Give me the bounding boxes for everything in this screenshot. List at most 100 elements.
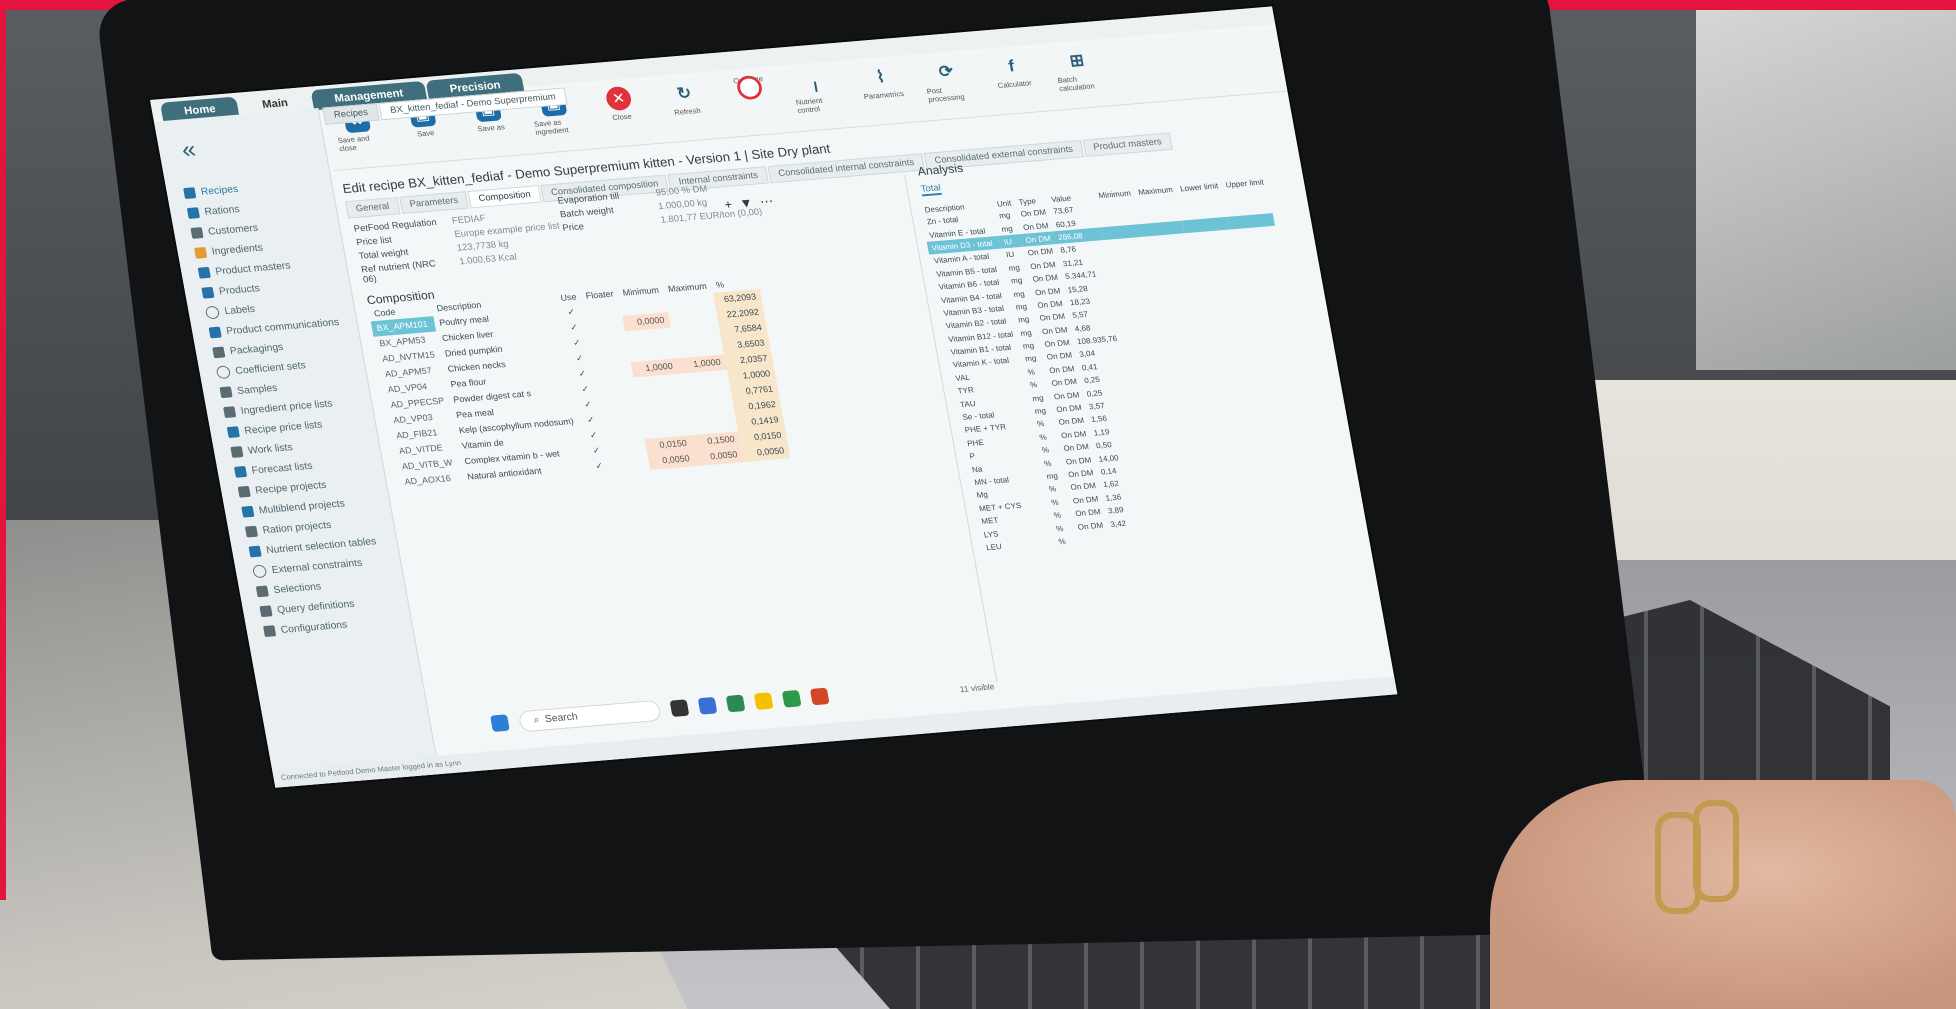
percentage-value: 0,0050 — [740, 442, 791, 463]
filter-icon[interactable]: ▼ — [738, 195, 754, 211]
ribbon-label: Calculator — [997, 78, 1033, 90]
lower-limit[interactable] — [1237, 516, 1285, 533]
chat-icon[interactable] — [697, 696, 718, 715]
sidebar-item-label: Coefficient sets — [234, 359, 307, 377]
function-icon: f — [1006, 56, 1016, 75]
maximum-value[interactable] — [1195, 520, 1239, 537]
analysis-title: Analysis — [916, 160, 965, 179]
sidebar-item-label: Customers — [207, 222, 259, 238]
batch-calculation-button[interactable]: ⊞ Batch calculation — [1052, 47, 1105, 93]
analysis-table: Description Unit Type Value Minimum Maximum Lo… — [920, 176, 1330, 554]
subtab-parameters[interactable]: Parameters — [398, 191, 470, 215]
parametrics-button[interactable]: ⌇ Parametrics — [856, 63, 907, 101]
multiblend-icon — [241, 505, 255, 518]
ribbon-label: Close — [611, 112, 633, 122]
sidebar-item-label: Selections — [272, 581, 323, 596]
sidebar-item-label: Products — [218, 282, 261, 298]
nutrient-unit: % — [1057, 536, 1067, 546]
subtab-composition[interactable]: Composition — [467, 185, 542, 209]
task-view-icon[interactable] — [669, 699, 690, 717]
use-checkbox[interactable]: ✓ — [585, 458, 613, 475]
configurations-icon — [263, 625, 277, 638]
subtab-general[interactable]: General — [345, 196, 401, 219]
tab-total[interactable]: Total — [920, 182, 942, 197]
sidebar-item-label: Labels — [223, 303, 256, 317]
ribbon-label: Parametrics — [863, 89, 905, 102]
optimize-button[interactable]: Optimize — [725, 74, 771, 101]
ribbon-label: Nutrient control — [795, 96, 823, 115]
sidebar-item-label: Work lists — [247, 441, 294, 457]
composition-table: Code Description Use Floater Minimum Maximum%… — [368, 275, 791, 490]
ring — [1693, 800, 1739, 902]
taskbar-search[interactable]: ⌕ Search — [517, 699, 662, 732]
frame-accent-left — [0, 0, 6, 900]
selections-icon — [255, 585, 269, 598]
add-icon[interactable]: + — [723, 197, 733, 213]
sidebar-item-label: Ingredients — [210, 242, 264, 258]
ribbon-label: Refresh — [673, 106, 702, 117]
search-input: Search — [544, 711, 579, 725]
recipes-icon — [183, 187, 197, 200]
spotify-icon[interactable] — [781, 689, 802, 708]
excel-icon[interactable] — [725, 694, 746, 713]
laptop-screen: Home Main Management Precision « Recipes… — [150, 6, 1398, 788]
coefficient-icon — [215, 365, 232, 380]
sidebar-item-label: Configurations — [279, 619, 349, 636]
sidebar-item-label: Ration projects — [261, 519, 333, 537]
composition-tools: + ▼ ⋯ — [723, 193, 774, 212]
recipe-projects-icon — [237, 485, 251, 498]
sidebar-item-label: Rations — [203, 203, 241, 218]
query-icon — [259, 605, 273, 618]
windows-start-icon[interactable] — [490, 714, 510, 732]
floater-checkbox[interactable] — [610, 454, 650, 472]
recipe-price-icon — [226, 426, 240, 438]
ingredients-icon — [194, 246, 208, 259]
nutrient-sel-icon — [248, 545, 262, 558]
minimum-value[interactable] — [1155, 523, 1197, 539]
flow-icon: ⟳ — [937, 61, 955, 81]
products-icon — [201, 286, 215, 299]
more-icon[interactable]: ⋯ — [759, 193, 775, 209]
nutrient-type — [1075, 531, 1110, 547]
sidebar-item-label: Recipe price lists — [243, 419, 324, 437]
powerpoint-icon[interactable] — [809, 687, 830, 706]
ribbon-label: Save and close — [337, 134, 371, 154]
close-icon: ✕ — [604, 85, 633, 112]
product-masters-icon — [197, 266, 211, 279]
external-icon — [251, 564, 268, 579]
sidebar-item-label: Forecast lists — [250, 460, 314, 477]
upper-limit[interactable] — [1282, 512, 1330, 529]
price-list-icon — [223, 406, 237, 419]
sidebar-item-label: Recipe projects — [254, 479, 328, 497]
collapse-sidebar-icon[interactable]: « — [179, 135, 198, 164]
ribbon-label: Batch calculation — [1057, 75, 1096, 93]
batch-icon: ⊞ — [1068, 50, 1086, 70]
maximum-value[interactable]: 0,0050 — [692, 446, 744, 467]
sidebar-item-label: Packagings — [229, 341, 285, 357]
sidebar-item-label: Product masters — [214, 260, 292, 278]
sidebar-item-label: Samples — [236, 382, 279, 397]
packagings-icon — [212, 346, 226, 359]
search-icon: ⌕ — [532, 713, 541, 726]
samples-icon — [219, 386, 233, 399]
ribbon-label: Save — [416, 128, 435, 139]
chart-icon: ╷ — [808, 72, 822, 92]
product-comm-icon — [208, 326, 222, 339]
nutrient-value — [1108, 527, 1158, 544]
labels-icon — [204, 305, 221, 320]
minimum-value[interactable]: 0,0050 — [647, 450, 696, 470]
ribbon-label: Save as ingredient — [533, 118, 570, 137]
explorer-icon[interactable] — [753, 692, 774, 710]
post-processing-button[interactable]: ⟳ Post processing — [921, 58, 974, 104]
calculator-button[interactable]: f Calculator — [987, 52, 1038, 90]
parametrics-icon: ⌇ — [874, 66, 887, 86]
ration-projects-icon — [244, 525, 259, 538]
nutrient-control-button[interactable]: ╷ Nutrient control — [790, 69, 843, 115]
forecast-icon — [233, 465, 248, 478]
refresh-button[interactable]: ↻ Refresh — [660, 79, 711, 117]
recipe-parameters: PetFood Regulation FEDIAF Price list Europe… — [353, 208, 566, 286]
sidebar-item-label: Multiblend projects — [258, 498, 346, 517]
close-button[interactable]: ✕ Close — [594, 85, 645, 123]
ribbon-label: Save as — [476, 122, 506, 134]
rations-icon — [186, 207, 200, 219]
